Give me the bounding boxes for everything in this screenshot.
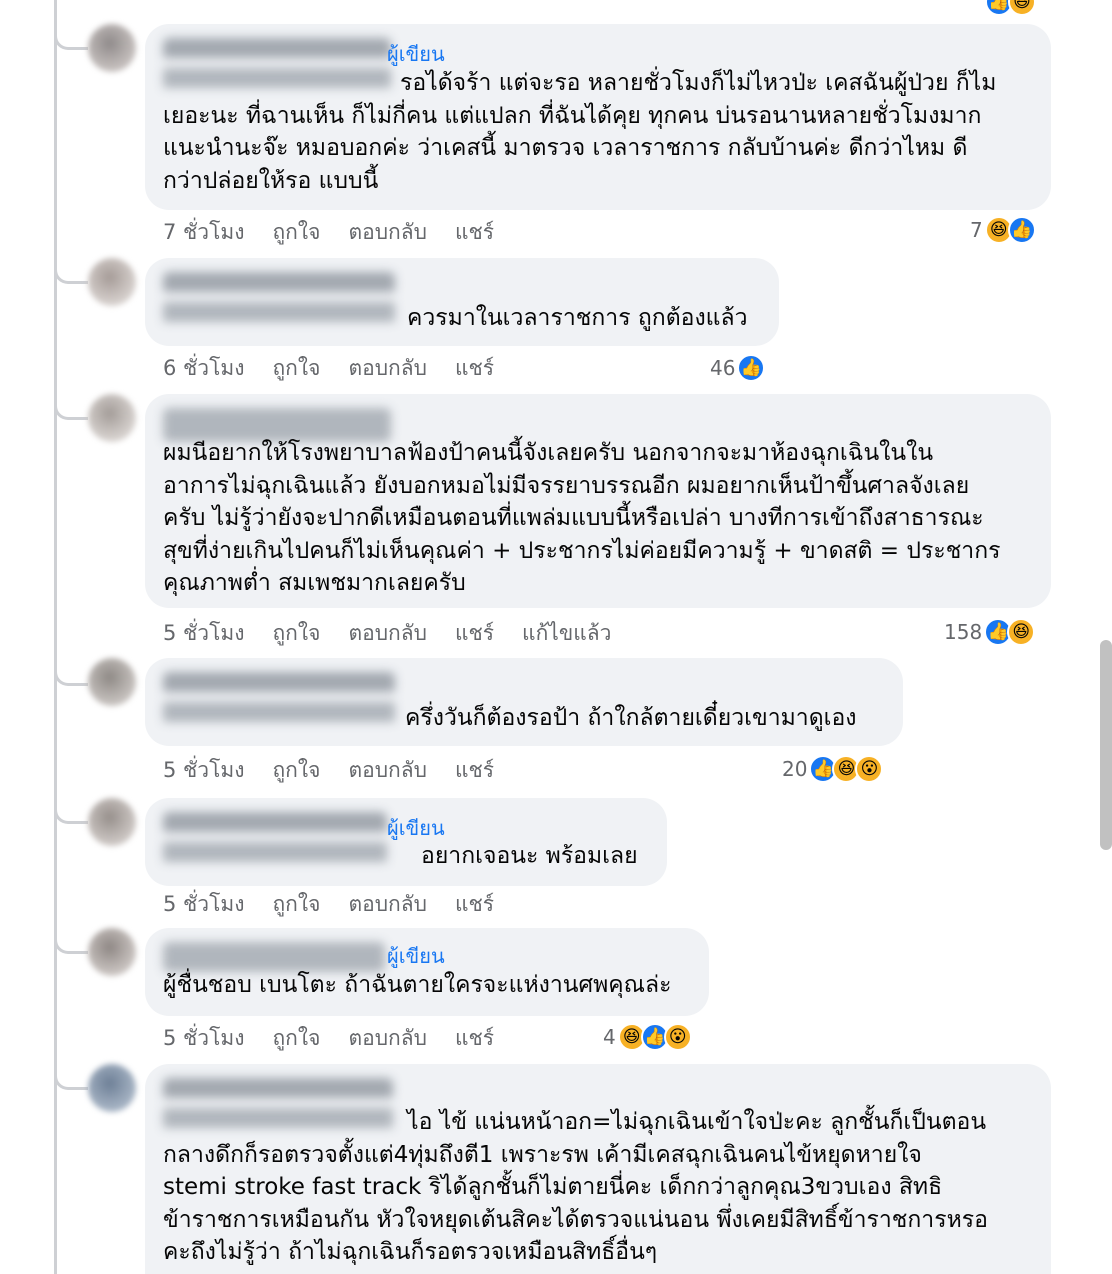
commenter-name[interactable] <box>163 672 395 732</box>
commenter-name[interactable] <box>163 812 387 872</box>
comment-bubble: ครึ่งวันก็ต้องรอป้า ถ้าใกล้ตายเดี๋ยวเขาม… <box>145 658 903 746</box>
avatar[interactable] <box>88 928 136 976</box>
like-icon: 👍 <box>737 354 766 382</box>
avatar[interactable] <box>88 658 136 706</box>
avatar[interactable] <box>88 798 136 846</box>
reply-connector <box>54 266 88 284</box>
reply-connector <box>54 32 88 50</box>
timestamp[interactable]: 6 ชั่วโมง <box>163 352 244 385</box>
commenter-name[interactable] <box>163 272 395 332</box>
share-button[interactable]: แชร์ <box>455 352 494 385</box>
comment-actions: 7 ชั่วโมง ถูกใจ ตอบกลับ แชร์ <box>163 216 522 249</box>
comment-bubble: ควรมาในเวลาราชการ ถูกต้องแล้ว <box>145 258 779 346</box>
haha-icon: 😆 <box>1008 0 1036 16</box>
reply-connector <box>54 1072 88 1090</box>
wow-icon: 😮 <box>855 755 884 783</box>
comment-text: รอได้จร้า แต่จะรอ หลายชั่วโมงก็ไม่ไหวป่ะ… <box>163 70 997 194</box>
comment-actions: 5 ชั่วโมง ถูกใจ ตอบกลับ แชร์ <box>163 754 522 787</box>
comment-bubble: ผู้เขียน ผู้ชื่นชอบ เบนโตะ ถ้าฉันตายใครจ… <box>145 928 709 1016</box>
reply-button[interactable]: ตอบกลับ <box>348 1022 427 1055</box>
commenter-name[interactable] <box>163 942 385 972</box>
reply-button[interactable]: ตอบกลับ <box>348 352 427 385</box>
reaction-count: 158 <box>944 620 983 644</box>
comment-actions: 6 ชั่วโมง ถูกใจ ตอบกลับ แชร์ <box>163 352 522 385</box>
wow-icon: 😮 <box>663 1023 692 1051</box>
timestamp[interactable]: 5 ชั่วโมง <box>163 754 244 787</box>
like-button[interactable]: ถูกใจ <box>272 754 320 787</box>
comment-text: ผู้ชื่นชอบ เบนโตะ ถ้าฉันตายใครจะแห่งานศพ… <box>163 972 672 998</box>
reaction-count: 20 <box>782 757 808 781</box>
reaction-count: 4 <box>603 1025 616 1049</box>
share-button[interactable]: แชร์ <box>455 754 494 787</box>
reply-connector <box>54 668 88 686</box>
scrollbar[interactable] <box>1100 640 1112 850</box>
comment-actions: 5 ชั่วโมง ถูกใจ ตอบกลับ แชร์ <box>163 1022 522 1055</box>
edited-label[interactable]: แก้ไขแล้ว <box>522 617 611 650</box>
comment-bubble: ไอ ไข้ แน่นหน้าอก=ไม่ฉุกเฉินเข้าใจป่ะคะ … <box>145 1064 1051 1274</box>
author-badge: ผู้เขียน <box>387 42 445 66</box>
share-button[interactable]: แชร์ <box>455 617 494 650</box>
like-button[interactable]: ถูกใจ <box>272 352 320 385</box>
comment-text: ควรมาในเวลาราชการ ถูกต้องแล้ว <box>407 305 748 331</box>
avatar[interactable] <box>88 394 136 442</box>
like-button[interactable]: ถูกใจ <box>272 617 320 650</box>
comment-thread: 👍 😆 ผู้เขียน รอได้จร้า แต่จะรอ หลายชั่วโ… <box>0 0 1112 1274</box>
reaction-summary[interactable]: 20 👍 😆 😮 <box>782 755 884 783</box>
timestamp[interactable]: 5 ชั่วโมง <box>163 617 244 650</box>
reaction-count: 7 <box>970 218 983 242</box>
reaction-count: 46 <box>710 356 736 380</box>
like-icon: 👍 <box>1007 216 1036 244</box>
reply-connector <box>54 936 88 954</box>
reply-button[interactable]: ตอบกลับ <box>348 754 427 787</box>
previous-reactions: 👍 😆 <box>985 0 1036 16</box>
comment-actions: 5 ชั่วโมง ถูกใจ ตอบกลับ แชร์ แก้ไขแล้ว <box>163 617 639 650</box>
reaction-summary[interactable]: 7 😆 👍 <box>970 216 1036 244</box>
timestamp[interactable]: 5 ชั่วโมง <box>163 1022 244 1055</box>
reply-connector <box>54 402 88 420</box>
avatar[interactable] <box>88 258 136 306</box>
reaction-summary[interactable]: 158 👍 😆 <box>944 618 1036 646</box>
comment-bubble: ผู้เขียน รอได้จร้า แต่จะรอ หลายชั่วโมงก็… <box>145 24 1051 210</box>
reply-button[interactable]: ตอบกลับ <box>348 617 427 650</box>
author-badge: ผู้เขียน <box>387 944 445 968</box>
avatar[interactable] <box>88 24 136 72</box>
comment-text: ผมนีอยากให้โรงพยาบาลฟ้องป้าคนนี้จังเลยคร… <box>163 440 1001 596</box>
comment-text: อยากเจอนะ พร้อมเลย <box>421 843 638 869</box>
share-button[interactable]: แชร์ <box>455 888 494 921</box>
like-button[interactable]: ถูกใจ <box>272 216 320 249</box>
like-button[interactable]: ถูกใจ <box>272 888 320 921</box>
avatar[interactable] <box>88 1064 136 1112</box>
comment-actions: 5 ชั่วโมง ถูกใจ ตอบกลับ แชร์ <box>163 888 522 921</box>
haha-icon: 😆 <box>1007 618 1036 646</box>
comment-text: ครึ่งวันก็ต้องรอป้า ถ้าใกล้ตายเดี๋ยวเขาม… <box>405 705 857 731</box>
share-button[interactable]: แชร์ <box>455 216 494 249</box>
reply-button[interactable]: ตอบกลับ <box>348 888 427 921</box>
comment-bubble: ผมนีอยากให้โรงพยาบาลฟ้องป้าคนนี้จังเลยคร… <box>145 394 1051 608</box>
reply-button[interactable]: ตอบกลับ <box>348 216 427 249</box>
comment-bubble: ผู้เขียน อยากเจอนะ พร้อมเลย <box>145 798 667 886</box>
comment-text: ไอ ไข้ แน่นหน้าอก=ไม่ฉุกเฉินเข้าใจป่ะคะ … <box>163 1109 988 1265</box>
reply-connector <box>54 806 88 824</box>
timestamp[interactable]: 7 ชั่วโมง <box>163 216 244 249</box>
timestamp[interactable]: 5 ชั่วโมง <box>163 888 244 921</box>
share-button[interactable]: แชร์ <box>455 1022 494 1055</box>
like-button[interactable]: ถูกใจ <box>272 1022 320 1055</box>
reaction-summary[interactable]: 4 😆 👍 😮 <box>603 1023 692 1051</box>
reaction-summary[interactable]: 46 👍 <box>710 354 766 382</box>
